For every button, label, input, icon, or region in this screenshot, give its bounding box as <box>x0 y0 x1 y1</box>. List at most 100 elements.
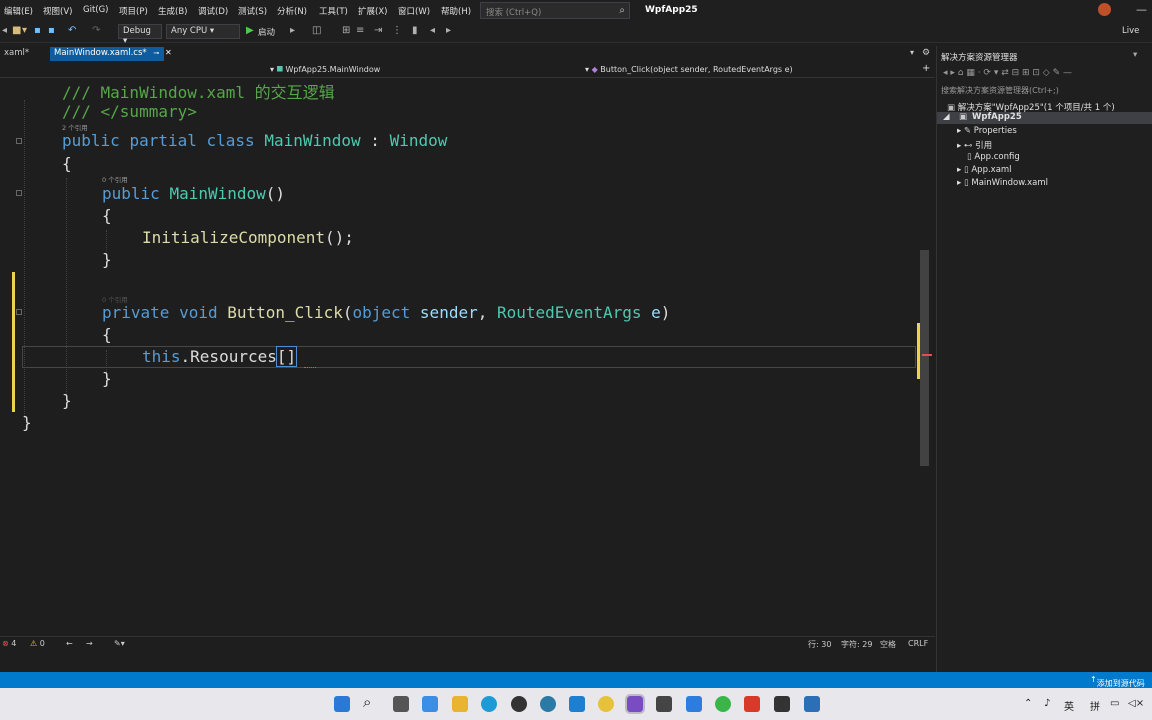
back-icon[interactable]: ◂ <box>2 25 7 36</box>
bookmark-prev-icon[interactable]: ◂ <box>430 25 435 36</box>
platform-dropdown[interactable]: Any CPU ▾ <box>166 24 240 39</box>
brace: } <box>102 369 112 388</box>
tree-item-appconfig[interactable]: ▯ App.config <box>967 152 1020 162</box>
notepad-icon[interactable] <box>774 696 790 712</box>
tab-mainwindow-cs[interactable]: MainWindow.xaml.cs* ⊸ ✕ <box>50 47 172 61</box>
add-to-source-control[interactable]: ↑ 添加到源代码 <box>1090 675 1145 688</box>
warning-count[interactable]: ⚠ 0 <box>30 639 45 648</box>
avatar[interactable] <box>1098 3 1111 16</box>
microphone-icon[interactable]: ♪ <box>1044 698 1050 709</box>
nav-forward-icon[interactable]: → <box>86 639 93 648</box>
keyword: class <box>206 131 255 150</box>
live-share-button[interactable]: Live <box>1122 26 1139 36</box>
menu-git[interactable]: Git(G) <box>83 5 109 15</box>
error-count[interactable]: ⊗ 4 <box>2 639 16 648</box>
tab-xaml[interactable]: xaml* <box>0 47 33 61</box>
scrollbar-thumb[interactable] <box>920 250 929 466</box>
menu-extensions[interactable]: 扩展(X) <box>358 5 387 17</box>
panel-options-icon[interactable]: ▾ <box>1133 50 1137 60</box>
app-icon[interactable] <box>422 696 438 712</box>
hot-reload-icon[interactable]: ◫ <box>312 25 321 36</box>
start-button[interactable]: 启动 <box>258 26 275 38</box>
volume-icon[interactable]: ◁× <box>1128 698 1144 709</box>
app-icon[interactable] <box>744 696 760 712</box>
app-icon[interactable] <box>804 696 820 712</box>
start-icon[interactable]: ▶ <box>246 25 254 36</box>
project-icon: ▣ <box>959 112 968 122</box>
config-dropdown[interactable]: Debug ▾ <box>118 24 162 46</box>
wechat-icon[interactable] <box>715 696 731 712</box>
tree-item-mainwindow[interactable]: ▸ ▯ MainWindow.xaml <box>957 178 1048 188</box>
minimize-icon[interactable]: — <box>1136 3 1147 16</box>
solution-search-input[interactable]: 搜索解决方案资源管理器(Ctrl+;) <box>941 85 1059 96</box>
layout-icon[interactable]: ⊞ <box>342 25 350 36</box>
app-icon[interactable] <box>598 696 614 712</box>
file-explorer-icon[interactable] <box>452 696 468 712</box>
menu-build[interactable]: 生成(B) <box>158 5 187 17</box>
nav-class-dropdown[interactable]: ▾ ⯀ WpfApp25.MainWindow <box>270 65 380 75</box>
indent-mode[interactable]: 空格 <box>880 639 896 650</box>
code-cleanup-icon[interactable]: ✎▾ <box>114 639 125 648</box>
menu-test[interactable]: 测试(S) <box>238 5 267 17</box>
close-icon[interactable]: ✕ <box>165 48 172 57</box>
expand-arrow-icon[interactable]: ◢ <box>943 112 950 122</box>
bookmark-next-icon[interactable]: ▸ <box>446 25 451 36</box>
ime-mode[interactable]: 拼 <box>1090 698 1100 713</box>
base-class: Window <box>389 131 448 150</box>
search-input[interactable]: 搜索 (Ctrl+Q) ⌕ <box>480 2 630 19</box>
qq-icon[interactable] <box>511 696 527 712</box>
tray-chevron-icon[interactable]: ⌃ <box>1024 698 1032 709</box>
menu-analyze[interactable]: 分析(N) <box>277 5 307 17</box>
menu-help[interactable]: 帮助(H) <box>441 5 471 17</box>
fold-marker[interactable] <box>16 190 22 196</box>
tab-overflow-icon[interactable]: ▾ <box>910 48 914 57</box>
pin-icon[interactable]: ⊸ <box>153 49 159 57</box>
app-icon[interactable] <box>686 696 702 712</box>
fold-marker[interactable] <box>16 309 22 315</box>
wrench-icon: ✎ <box>963 126 972 136</box>
indent-icon[interactable]: ⇥ <box>374 25 382 36</box>
menu-window[interactable]: 窗口(W) <box>398 5 430 17</box>
save-icon[interactable]: ▪ <box>34 25 41 36</box>
settings-icon[interactable]: ⚙ <box>922 48 930 58</box>
task-view-icon[interactable] <box>393 696 409 712</box>
menu-view[interactable]: 视图(V) <box>43 5 72 17</box>
store-icon[interactable] <box>656 696 672 712</box>
windows-start-icon[interactable] <box>334 696 350 712</box>
line-ending[interactable]: CRLF <box>908 639 928 648</box>
open-folder-icon[interactable]: ▾ <box>22 25 27 36</box>
menu-debug[interactable]: 调试(D) <box>198 5 228 17</box>
search-icon[interactable]: ⌕ <box>363 693 379 711</box>
config-value: Debug <box>123 26 151 36</box>
attach-icon[interactable]: ▸ <box>290 25 295 36</box>
ime-language[interactable]: 英 <box>1064 698 1074 713</box>
undo-icon[interactable]: ↶ <box>68 25 76 36</box>
format-icon[interactable]: ≡ <box>356 25 364 36</box>
comment-icon[interactable]: ⋮ <box>392 25 402 36</box>
menu-tools[interactable]: 工具(T) <box>319 5 348 17</box>
fold-marker[interactable] <box>16 138 22 144</box>
sol-toolbar-icons[interactable]: ◂ ▸ ⌂ ▦ · ⟳ ▾ ⇄ ⊟ ⊞ ⊡ ◇ ✎ — <box>943 68 1072 78</box>
save-all-icon[interactable]: ▪ <box>48 25 55 36</box>
tree-item-references[interactable]: ▸ ⊷ 引用 <box>957 139 992 151</box>
reference-count[interactable]: 0 个引用 <box>102 174 128 184</box>
tree-item-properties[interactable]: ▸ ✎ Properties <box>957 126 1017 136</box>
new-project-icon[interactable]: ■ <box>12 25 21 36</box>
menu-edit[interactable]: 编辑(E) <box>4 5 33 17</box>
redo-icon[interactable]: ↷ <box>92 25 100 36</box>
menu-project[interactable]: 项目(P) <box>119 5 148 17</box>
method-declaration: private void Button_Click(object sender,… <box>102 303 670 322</box>
nav-back-icon[interactable]: ← <box>66 639 73 648</box>
bookmark-icon[interactable]: ▮ <box>412 25 418 36</box>
vscode-icon[interactable] <box>569 696 585 712</box>
selected-project-row[interactable]: ◢ ▣ WpfApp25 <box>937 112 1152 124</box>
network-icon[interactable]: ▭ <box>1110 698 1119 709</box>
visual-studio-icon[interactable] <box>625 694 645 714</box>
app-icon[interactable] <box>540 696 556 712</box>
edge-icon[interactable] <box>481 696 497 712</box>
tree-item-appxaml[interactable]: ▸ ▯ App.xaml <box>957 165 1012 175</box>
editor-status-bar: ⊗ 4 ⚠ 0 ← → ✎▾ 行: 30 字符: 29 空格 CRLF <box>0 636 935 651</box>
constructor-name: MainWindow <box>169 184 266 203</box>
split-add-icon[interactable]: + <box>922 63 930 74</box>
nav-member-dropdown[interactable]: ▾ ◆ Button_Click(object sender, RoutedEv… <box>585 65 793 74</box>
